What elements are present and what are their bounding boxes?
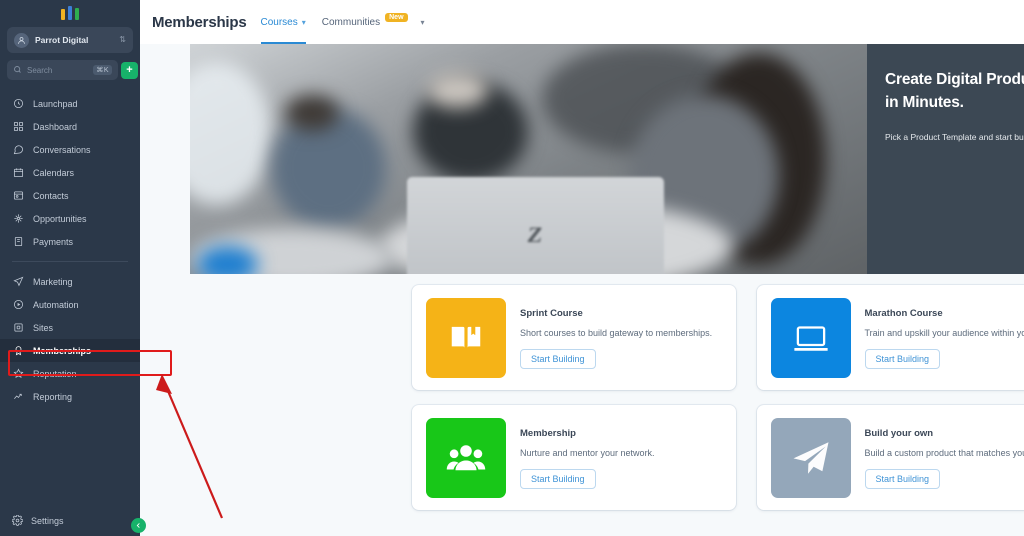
chevron-down-icon: ▾ bbox=[420, 17, 425, 27]
dashboard-grid-icon bbox=[12, 120, 25, 133]
sidebar-item-opportunities[interactable]: Opportunities bbox=[0, 207, 140, 230]
settings-label: Settings bbox=[31, 516, 64, 526]
gear-icon bbox=[11, 514, 24, 528]
paper-plane-icon bbox=[770, 417, 851, 498]
sidebar-item-dashboard[interactable]: Dashboard bbox=[0, 115, 140, 138]
sidebar-item-label: Contacts bbox=[33, 190, 69, 201]
card-title: Build your own bbox=[864, 427, 934, 439]
sidebar-item-contacts[interactable]: Contacts bbox=[0, 184, 140, 207]
workspace-avatar-icon bbox=[14, 32, 29, 48]
card-title: Marathon Course bbox=[864, 307, 943, 319]
chat-bubble-icon bbox=[12, 143, 25, 156]
search-shortcut-chip: ⌘K bbox=[93, 65, 112, 75]
sidebar-item-label: Memberships bbox=[33, 345, 92, 356]
new-badge: New bbox=[385, 12, 408, 22]
hero-text-panel: Create Digital Products in Minutes. Pick… bbox=[867, 44, 1024, 274]
product-template-grid: Sprint Course Short courses to build gat… bbox=[412, 285, 1024, 510]
tab-label: Communities bbox=[321, 16, 381, 28]
sidebar-item-label: Dashboard bbox=[33, 121, 78, 132]
app-root: Parrot Digital ⇅ Search ⌘K + Launchpad D… bbox=[0, 0, 1024, 536]
product-card[interactable]: Build your own Build a custom product th… bbox=[756, 405, 1024, 510]
sidebar-item-label: Opportunities bbox=[33, 213, 87, 224]
sidebar-item-reputation[interactable]: Reputation bbox=[0, 362, 140, 385]
hero-heading-line1: Create Digital Products bbox=[885, 71, 1024, 88]
play-circle-icon bbox=[12, 298, 25, 311]
sidebar-item-label: Calendars bbox=[33, 167, 75, 178]
hero-image: Z bbox=[190, 44, 867, 274]
sidebar-collapse-button[interactable] bbox=[131, 518, 146, 533]
search-icon bbox=[13, 61, 22, 79]
tab-label: Courses bbox=[260, 16, 298, 28]
main-content: Memberships Courses ▾ Communities New ▾ bbox=[140, 0, 1024, 536]
sidebar-item-reporting[interactable]: Reporting bbox=[0, 385, 140, 408]
card-description: Build a custom product that matches your… bbox=[864, 447, 1024, 458]
card-description: Nurture and mentor your network. bbox=[520, 447, 655, 458]
chevron-down-icon: ▾ bbox=[301, 17, 306, 27]
tab-communities[interactable]: Communities New ▾ bbox=[322, 0, 425, 44]
sidebar-item-payments[interactable]: Payments bbox=[0, 230, 140, 253]
calendar-icon bbox=[12, 166, 25, 179]
sidebar-item-settings[interactable]: Settings bbox=[0, 510, 140, 532]
card-description: Train and upskill your audience within y… bbox=[864, 327, 1024, 338]
payments-icon bbox=[12, 235, 25, 248]
contacts-card-icon bbox=[12, 189, 25, 202]
sidebar-divider bbox=[12, 261, 128, 262]
people-group-icon bbox=[426, 417, 506, 498]
updown-caret-icon[interactable]: ⇅ bbox=[119, 36, 126, 44]
open-book-icon bbox=[426, 297, 506, 378]
tab-bar: Courses ▾ Communities New ▾ bbox=[260, 0, 425, 44]
workspace-name: Parrot Digital bbox=[35, 35, 89, 45]
sidebar-item-sites[interactable]: Sites bbox=[0, 316, 140, 339]
sidebar: Parrot Digital ⇅ Search ⌘K + Launchpad D… bbox=[0, 0, 140, 536]
start-building-button[interactable]: Start Building bbox=[864, 349, 941, 370]
product-card[interactable]: Membership Nurture and mentor your netwo… bbox=[412, 405, 736, 510]
sidebar-item-launchpad[interactable]: Launchpad bbox=[0, 92, 140, 115]
sidebar-item-label: Reputation bbox=[33, 368, 77, 379]
card-title: Membership bbox=[520, 427, 576, 439]
search-input[interactable]: Search ⌘K + bbox=[7, 60, 138, 80]
sidebar-nav-primary: Launchpad Dashboard Conversations Calend… bbox=[0, 92, 140, 253]
laptop-in-photo: Z bbox=[406, 177, 664, 274]
quick-add-button[interactable]: + bbox=[121, 62, 138, 79]
card-title: Sprint Course bbox=[520, 307, 583, 319]
sidebar-item-label: Automation bbox=[33, 299, 79, 310]
sidebar-item-memberships[interactable]: Memberships bbox=[0, 339, 140, 362]
product-card[interactable]: Sprint Course Short courses to build gat… bbox=[412, 285, 736, 390]
start-building-button[interactable]: Start Building bbox=[520, 469, 596, 490]
start-building-button[interactable]: Start Building bbox=[520, 349, 596, 370]
sidebar-item-label: Conversations bbox=[33, 144, 91, 155]
sidebar-item-label: Payments bbox=[33, 236, 74, 247]
sidebar-item-calendars[interactable]: Calendars bbox=[0, 161, 140, 184]
rocket-icon bbox=[12, 97, 25, 110]
sidebar-nav-secondary: Marketing Automation Sites Memberships R… bbox=[0, 270, 140, 408]
app-logo-bars[interactable] bbox=[0, 0, 140, 22]
sidebar-item-marketing[interactable]: Marketing bbox=[0, 270, 140, 293]
search-placeholder: Search bbox=[27, 65, 53, 75]
tab-courses[interactable]: Courses ▾ bbox=[260, 0, 307, 44]
hero-heading-line2: in Minutes. bbox=[885, 94, 964, 112]
card-description: Short courses to build gateway to member… bbox=[520, 327, 713, 338]
trend-line-icon bbox=[12, 390, 25, 403]
sidebar-item-label: Sites bbox=[33, 322, 54, 333]
laptop-icon bbox=[770, 297, 851, 378]
start-building-button[interactable]: Start Building bbox=[864, 469, 941, 490]
sidebar-item-label: Marketing bbox=[33, 276, 73, 287]
sidebar-item-label: Reporting bbox=[33, 391, 73, 402]
badge-ribbon-icon bbox=[12, 344, 25, 357]
topbar: Memberships Courses ▾ Communities New ▾ bbox=[140, 0, 1024, 44]
sites-icon bbox=[12, 321, 25, 334]
page-title: Memberships bbox=[152, 13, 247, 31]
sidebar-item-label: Launchpad bbox=[33, 98, 78, 109]
sidebar-item-automation[interactable]: Automation bbox=[0, 293, 140, 316]
product-card[interactable]: Marathon Course Train and upskill your a… bbox=[756, 285, 1024, 390]
sidebar-item-conversations[interactable]: Conversations bbox=[0, 138, 140, 161]
paper-plane-icon bbox=[12, 275, 25, 288]
hero-subtext: Pick a Product Template and start buildi… bbox=[885, 131, 1024, 142]
star-icon bbox=[12, 367, 25, 380]
opportunities-node-icon bbox=[12, 212, 25, 225]
workspace-switcher[interactable]: Parrot Digital ⇅ bbox=[7, 27, 133, 53]
hero-banner: Z Create Digital Products in Minutes. Pi… bbox=[190, 44, 1024, 274]
